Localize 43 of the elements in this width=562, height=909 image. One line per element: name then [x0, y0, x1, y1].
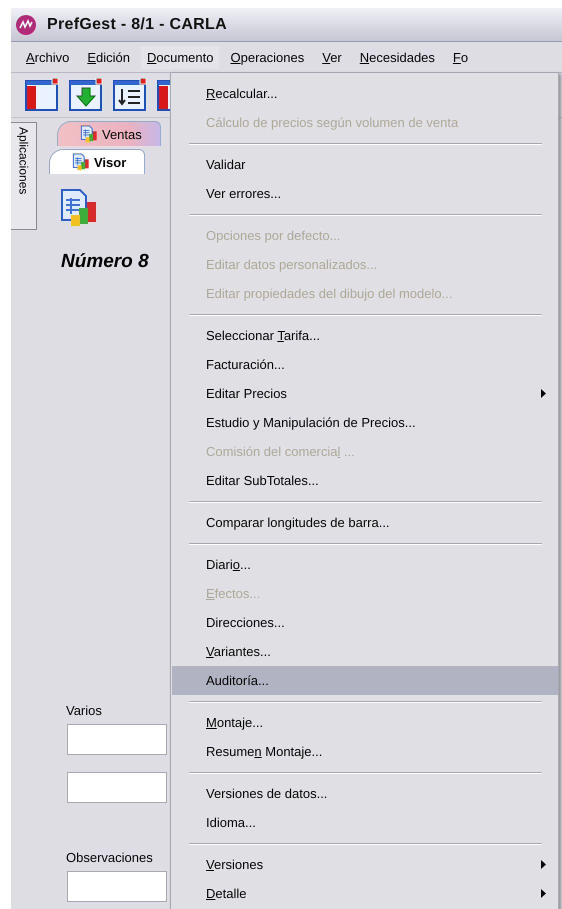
- menu-item[interactable]: Versiones de datos...: [172, 779, 558, 808]
- menu-item[interactable]: Auditoría...: [172, 666, 558, 695]
- side-tab[interactable]: Aplicaciones: [11, 122, 37, 230]
- menu-item[interactable]: Versiones: [172, 850, 558, 879]
- window-title: PrefGest - 8/1 - CARLA: [47, 16, 227, 34]
- menu-bar-item[interactable]: Fo: [446, 44, 476, 70]
- document-chart-icon: [59, 188, 99, 228]
- field-label: Varios: [66, 703, 102, 718]
- input-field[interactable]: [67, 871, 167, 902]
- menu-item[interactable]: Variantes...: [172, 637, 558, 666]
- menu-item[interactable]: Estudio y Manipulación de Precios...: [172, 408, 558, 437]
- menu-item[interactable]: Recalcular...: [172, 79, 558, 108]
- menu-item[interactable]: Editar Precios: [172, 379, 558, 408]
- menu-bar-item[interactable]: Ver: [315, 44, 349, 70]
- list-icon[interactable]: [113, 78, 147, 112]
- menu-item[interactable]: Facturación...: [172, 350, 558, 379]
- menu-bar-item[interactable]: Documento: [141, 46, 220, 68]
- app-logo-icon: [15, 14, 37, 36]
- menu-item[interactable]: Resumen Montaje...: [172, 737, 558, 766]
- menu-item[interactable]: Comparar longitudes de barra...: [172, 508, 558, 537]
- download-icon[interactable]: [69, 78, 103, 112]
- document-chart-icon: [72, 153, 90, 171]
- menu-bar-item[interactable]: Edición: [80, 44, 137, 70]
- menu-item[interactable]: Diario...: [172, 550, 558, 579]
- menu-item[interactable]: Montaje...: [172, 708, 558, 737]
- menu-bar-item[interactable]: Operaciones: [223, 44, 312, 70]
- tab[interactable]: Visor: [49, 149, 146, 174]
- input-field[interactable]: [67, 724, 167, 755]
- menu-bar-item[interactable]: Necesidades: [352, 44, 442, 70]
- document-chart-icon: [80, 125, 98, 143]
- tab[interactable]: Ventas: [57, 121, 161, 146]
- menu-item[interactable]: Validar: [172, 150, 558, 179]
- menu-item[interactable]: Detalle: [172, 879, 558, 908]
- field-label: Observaciones: [66, 850, 153, 865]
- menu-item[interactable]: Ver errores...: [172, 179, 558, 208]
- menu-item[interactable]: Seleccionar Tarifa...: [172, 321, 558, 350]
- input-field[interactable]: [67, 772, 167, 803]
- menu-item[interactable]: Direcciones...: [172, 608, 558, 637]
- window-icon[interactable]: [25, 78, 59, 112]
- menu-item[interactable]: Editar SubTotales...: [172, 466, 558, 495]
- document-number: Número 8: [61, 251, 149, 273]
- menu-item[interactable]: Idioma...: [172, 808, 558, 837]
- menu-bar-item[interactable]: Archivo: [19, 44, 76, 70]
